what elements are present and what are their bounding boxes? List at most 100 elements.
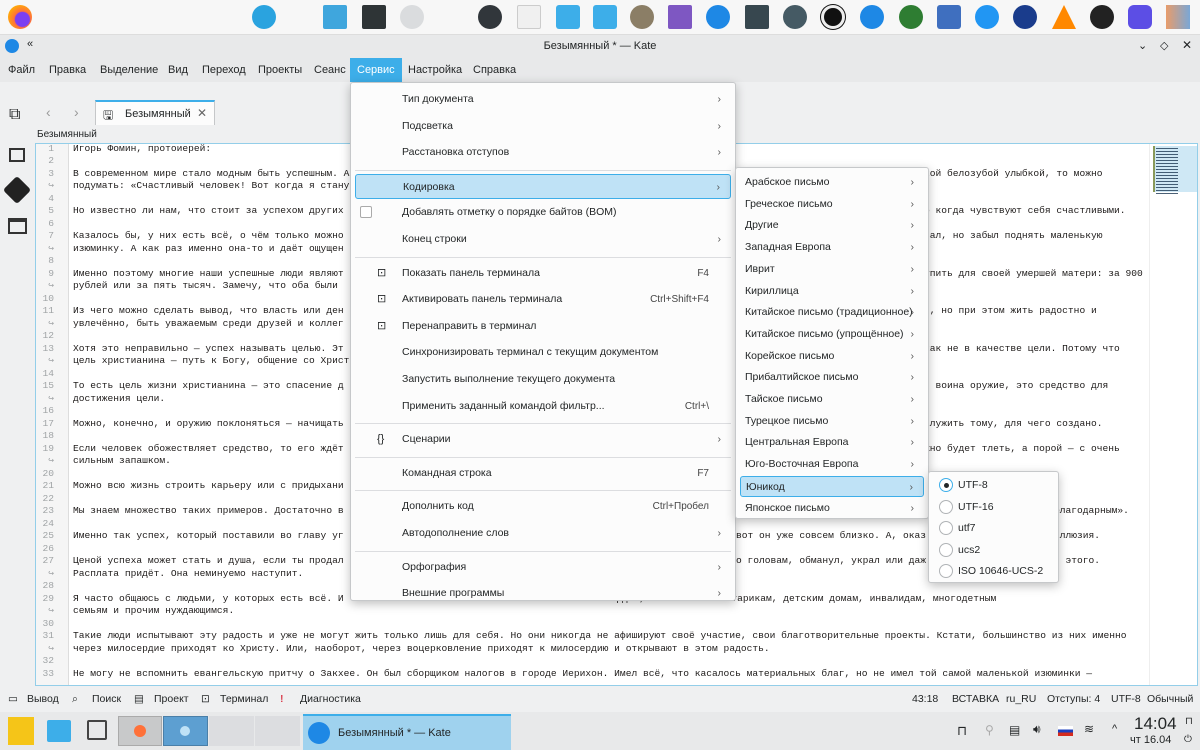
task-kate[interactable]: Безымянный * — Kate	[303, 714, 511, 750]
toolview-terminal[interactable]: Терминал	[220, 693, 268, 705]
encoding-menu-item[interactable]: Арабское письмо ›	[740, 172, 924, 193]
maximize-icon[interactable]: ◇	[1160, 39, 1168, 52]
tools-menu-item[interactable]: Перенаправить в терминал ⊡	[355, 314, 731, 339]
menu-projects[interactable]: Проекты	[251, 58, 309, 82]
app-icon[interactable]	[478, 5, 502, 29]
cursor-position[interactable]: 43:18	[912, 693, 938, 705]
volume-icon[interactable]: 🔊︎	[1033, 722, 1041, 737]
camera-icon[interactable]	[899, 5, 923, 29]
encoding-menu-item[interactable]: Тайское письмо ›	[740, 389, 924, 410]
indentation[interactable]: Отступы: 4	[1047, 693, 1100, 705]
toolview-diagnostics[interactable]: Диагностика	[300, 693, 361, 705]
telegram-icon[interactable]	[252, 5, 276, 29]
app-icon[interactable]	[1090, 5, 1114, 29]
app-p-icon[interactable]	[937, 5, 961, 29]
yandex-icon[interactable]	[1013, 5, 1037, 29]
tools-menu-item[interactable]: Активировать панель терминала Ctrl+Shift+…	[355, 287, 731, 312]
keyboard-layout-ru-flag[interactable]	[1058, 726, 1073, 736]
encoding-menu-item[interactable]: Юникод ›	[740, 475, 924, 497]
menu-go[interactable]: Переход	[195, 58, 253, 82]
notes-icon[interactable]: ▤	[1009, 723, 1020, 737]
tools-menu-item[interactable]: Расстановка отступов ›	[355, 140, 731, 165]
vlc-icon[interactable]	[1052, 5, 1076, 29]
menu-session[interactable]: Сеанс	[307, 58, 353, 82]
clipboard-icon[interactable]: ⊓	[957, 723, 967, 739]
file-manager-icon[interactable]	[47, 720, 71, 742]
audacity-icon[interactable]	[706, 5, 730, 29]
documents-icon[interactable]: ⧉	[9, 106, 20, 124]
pager-desktop-1[interactable]	[118, 716, 162, 746]
menu-tools[interactable]: Сервис	[350, 58, 402, 82]
video-editor-icon[interactable]	[745, 5, 769, 29]
more-icon[interactable]	[400, 5, 424, 29]
git-icon[interactable]	[2, 175, 32, 205]
encoding-menu-item[interactable]: Корейское письмо ›	[740, 346, 924, 367]
power-icon[interactable]: ⏻	[1184, 734, 1192, 745]
close-tab-icon[interactable]: ✕	[197, 106, 207, 120]
menu-file[interactable]: Файл	[1, 58, 42, 82]
radio-button[interactable]	[939, 564, 953, 578]
radio-button[interactable]	[939, 542, 953, 557]
radio-button[interactable]	[939, 499, 953, 514]
menu-edit[interactable]: Правка	[42, 58, 93, 82]
encoding-menu-item[interactable]: Китайское письмо (упрощённое) ›	[740, 324, 924, 345]
firefox-icon[interactable]	[8, 5, 32, 29]
unicode-encoding-option[interactable]: ISO 10646-UCS-2	[933, 561, 1054, 582]
encoding-menu-item[interactable]: Китайское письмо (традиционное) ›	[740, 302, 924, 323]
pager-desktop-3[interactable]	[209, 716, 254, 746]
encoding-menu-item[interactable]: Прибалтийское письмо ›	[740, 367, 924, 388]
clock-date[interactable]: чт 16.04	[1130, 734, 1171, 746]
tools-menu-item[interactable]: Командная строка F7	[355, 461, 731, 486]
wifi-icon[interactable]: ≋	[1084, 722, 1094, 736]
kate-icon[interactable]	[975, 5, 999, 29]
tools-menu-item[interactable]: Орфография ›	[355, 555, 731, 580]
radio-button[interactable]	[939, 478, 953, 492]
tools-menu-item[interactable]: Синхронизировать терминал с текущим доку…	[355, 340, 731, 365]
menu-help[interactable]: Справка	[466, 58, 523, 82]
text-editor-icon[interactable]	[517, 5, 541, 29]
back-icon[interactable]: ‹	[46, 104, 51, 120]
dictionary[interactable]: ru_RU	[1006, 693, 1036, 705]
tools-menu-item[interactable]: Показать панель терминала F4 ⊡	[355, 261, 731, 286]
tools-menu-item[interactable]: Конец строки ›	[355, 227, 731, 252]
clock-time[interactable]: 14:04	[1134, 714, 1177, 734]
tools-menu-item[interactable]: Сценарии › {}	[355, 427, 731, 452]
encoding-menu-item[interactable]: Греческое письмо ›	[740, 194, 924, 215]
show-hidden-icon[interactable]: ^	[1112, 723, 1117, 735]
encoding-menu-item[interactable]: Турецкое письмо ›	[740, 411, 924, 432]
toolview-output[interactable]: Вывод	[27, 693, 59, 705]
toolview-project[interactable]: Проект	[154, 693, 189, 705]
encoding-menu-item[interactable]: Западная Европа ›	[740, 237, 924, 258]
store-icon[interactable]	[556, 5, 580, 29]
document-list-icon[interactable]	[9, 148, 25, 162]
app-icon[interactable]	[1128, 5, 1152, 29]
tools-menu-item[interactable]: Подсветка ›	[355, 114, 731, 139]
folder-icon[interactable]	[8, 218, 27, 234]
minimap[interactable]	[1149, 144, 1197, 685]
gimp-icon[interactable]	[630, 5, 654, 29]
forward-icon[interactable]: ›	[74, 104, 79, 120]
document-icon[interactable]	[593, 5, 617, 29]
openshot-icon[interactable]	[783, 5, 807, 29]
audio-app-icon[interactable]	[1166, 5, 1190, 29]
tools-menu-item[interactable]: Кодировка ›	[355, 173, 731, 199]
encoding-menu-item[interactable]: Кириллица ›	[740, 281, 924, 302]
app-a-icon[interactable]	[821, 5, 845, 29]
input-mode[interactable]: ВСТАВКА	[952, 693, 999, 705]
unicode-encoding-option[interactable]: ucs2	[933, 540, 1054, 561]
toolview-search[interactable]: Поиск	[92, 693, 121, 705]
pager-desktop-4[interactable]	[255, 716, 300, 746]
tools-menu-item[interactable]: Дополнить код Ctrl+Пробел	[355, 494, 731, 519]
tools-menu-item[interactable]: Применить заданный командой фильтр... Ctr…	[355, 394, 731, 419]
minimize-icon[interactable]: ⌄	[1138, 39, 1147, 52]
start-menu-logo[interactable]	[8, 717, 34, 745]
encoding-menu-item[interactable]: Японское письмо ›	[740, 498, 924, 519]
tools-menu-item[interactable]: Тип документа ›	[355, 87, 731, 112]
encoding[interactable]: UTF-8	[1111, 693, 1141, 705]
tools-menu-item[interactable]: Внешние программы ›	[355, 581, 731, 606]
tools-menu-item[interactable]: Автодополнение слов ›	[355, 521, 731, 546]
close-icon[interactable]: ✕	[1182, 38, 1192, 52]
highlighting-mode[interactable]: Обычный	[1147, 693, 1193, 705]
bom-checkbox[interactable]	[360, 206, 372, 219]
menu-view[interactable]: Вид	[161, 58, 195, 82]
